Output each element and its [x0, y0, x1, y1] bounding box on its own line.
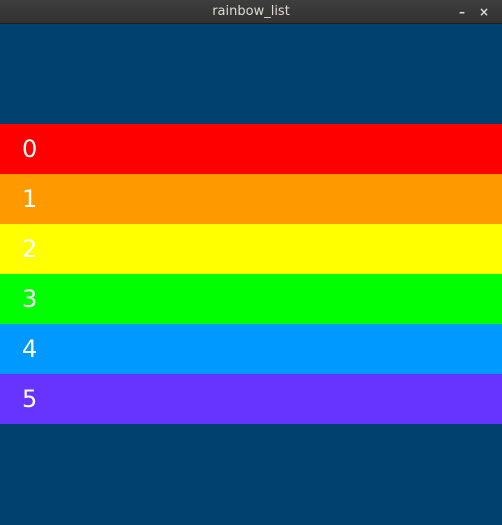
list-item-label: 1 — [22, 185, 38, 213]
list-item-label: 5 — [22, 385, 38, 413]
list-item-label: 4 — [22, 335, 38, 363]
list-item[interactable]: 2 — [0, 224, 502, 274]
minimize-icon[interactable]: – — [454, 4, 470, 20]
content-area: 0 1 2 3 4 5 — [0, 24, 502, 525]
close-icon[interactable]: × — [476, 4, 492, 20]
list-item[interactable]: 0 — [0, 124, 502, 174]
list-item[interactable]: 4 — [0, 324, 502, 374]
list-item-label: 3 — [22, 285, 38, 313]
list-item[interactable]: 5 — [0, 374, 502, 424]
list-item-label: 0 — [22, 135, 38, 163]
list-item[interactable]: 1 — [0, 174, 502, 224]
rainbow-list: 0 1 2 3 4 5 — [0, 124, 502, 424]
list-item[interactable]: 3 — [0, 274, 502, 324]
window-title: rainbow_list — [212, 4, 290, 19]
title-bar[interactable]: rainbow_list – × — [0, 0, 502, 24]
app-window: rainbow_list – × 0 1 2 3 4 5 — [0, 0, 502, 525]
list-item-label: 2 — [22, 235, 38, 263]
